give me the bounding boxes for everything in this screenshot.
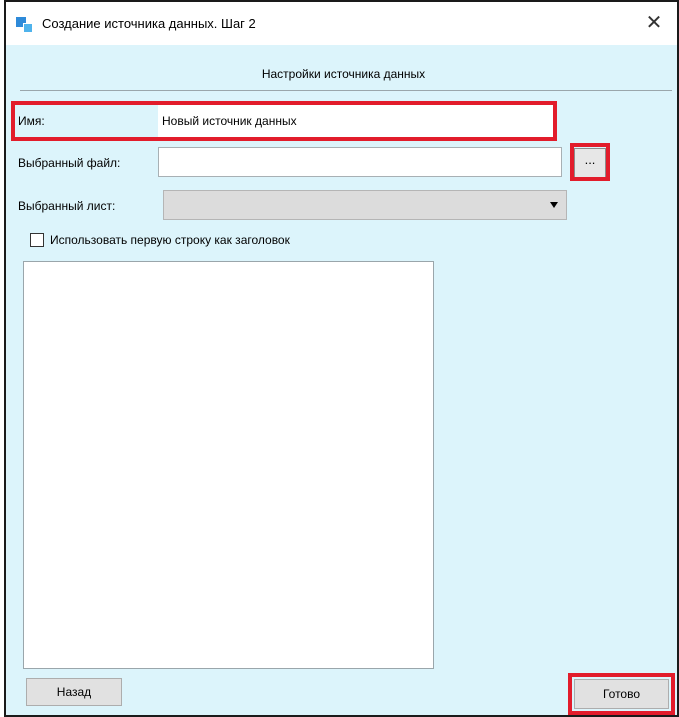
sheet-select[interactable] (163, 190, 567, 220)
title-bar[interactable]: Создание источника данных. Шаг 2 ✕ (6, 0, 677, 45)
header-row-checkbox[interactable] (30, 233, 44, 247)
file-label: Выбранный файл: (18, 156, 121, 170)
window-title: Создание источника данных. Шаг 2 (42, 16, 256, 31)
header-row-checkbox-label[interactable]: Использовать первую строку как заголовок (50, 233, 290, 247)
highlight-name-row (11, 101, 557, 141)
chevron-down-icon[interactable] (550, 202, 558, 208)
dialog-window: Создание источника данных. Шаг 2 ✕ Настр… (4, 0, 679, 717)
highlight-done-button (568, 673, 675, 715)
section-title: Настройки источника данных (261, 67, 426, 81)
file-input[interactable] (158, 147, 562, 177)
close-icon[interactable]: ✕ (641, 10, 667, 36)
preview-area (23, 261, 434, 669)
app-window-icon (16, 17, 34, 33)
back-button[interactable]: Назад (26, 678, 122, 706)
sheet-label: Выбранный лист: (18, 199, 116, 213)
section-divider (20, 90, 672, 91)
highlight-browse-button (570, 143, 610, 181)
